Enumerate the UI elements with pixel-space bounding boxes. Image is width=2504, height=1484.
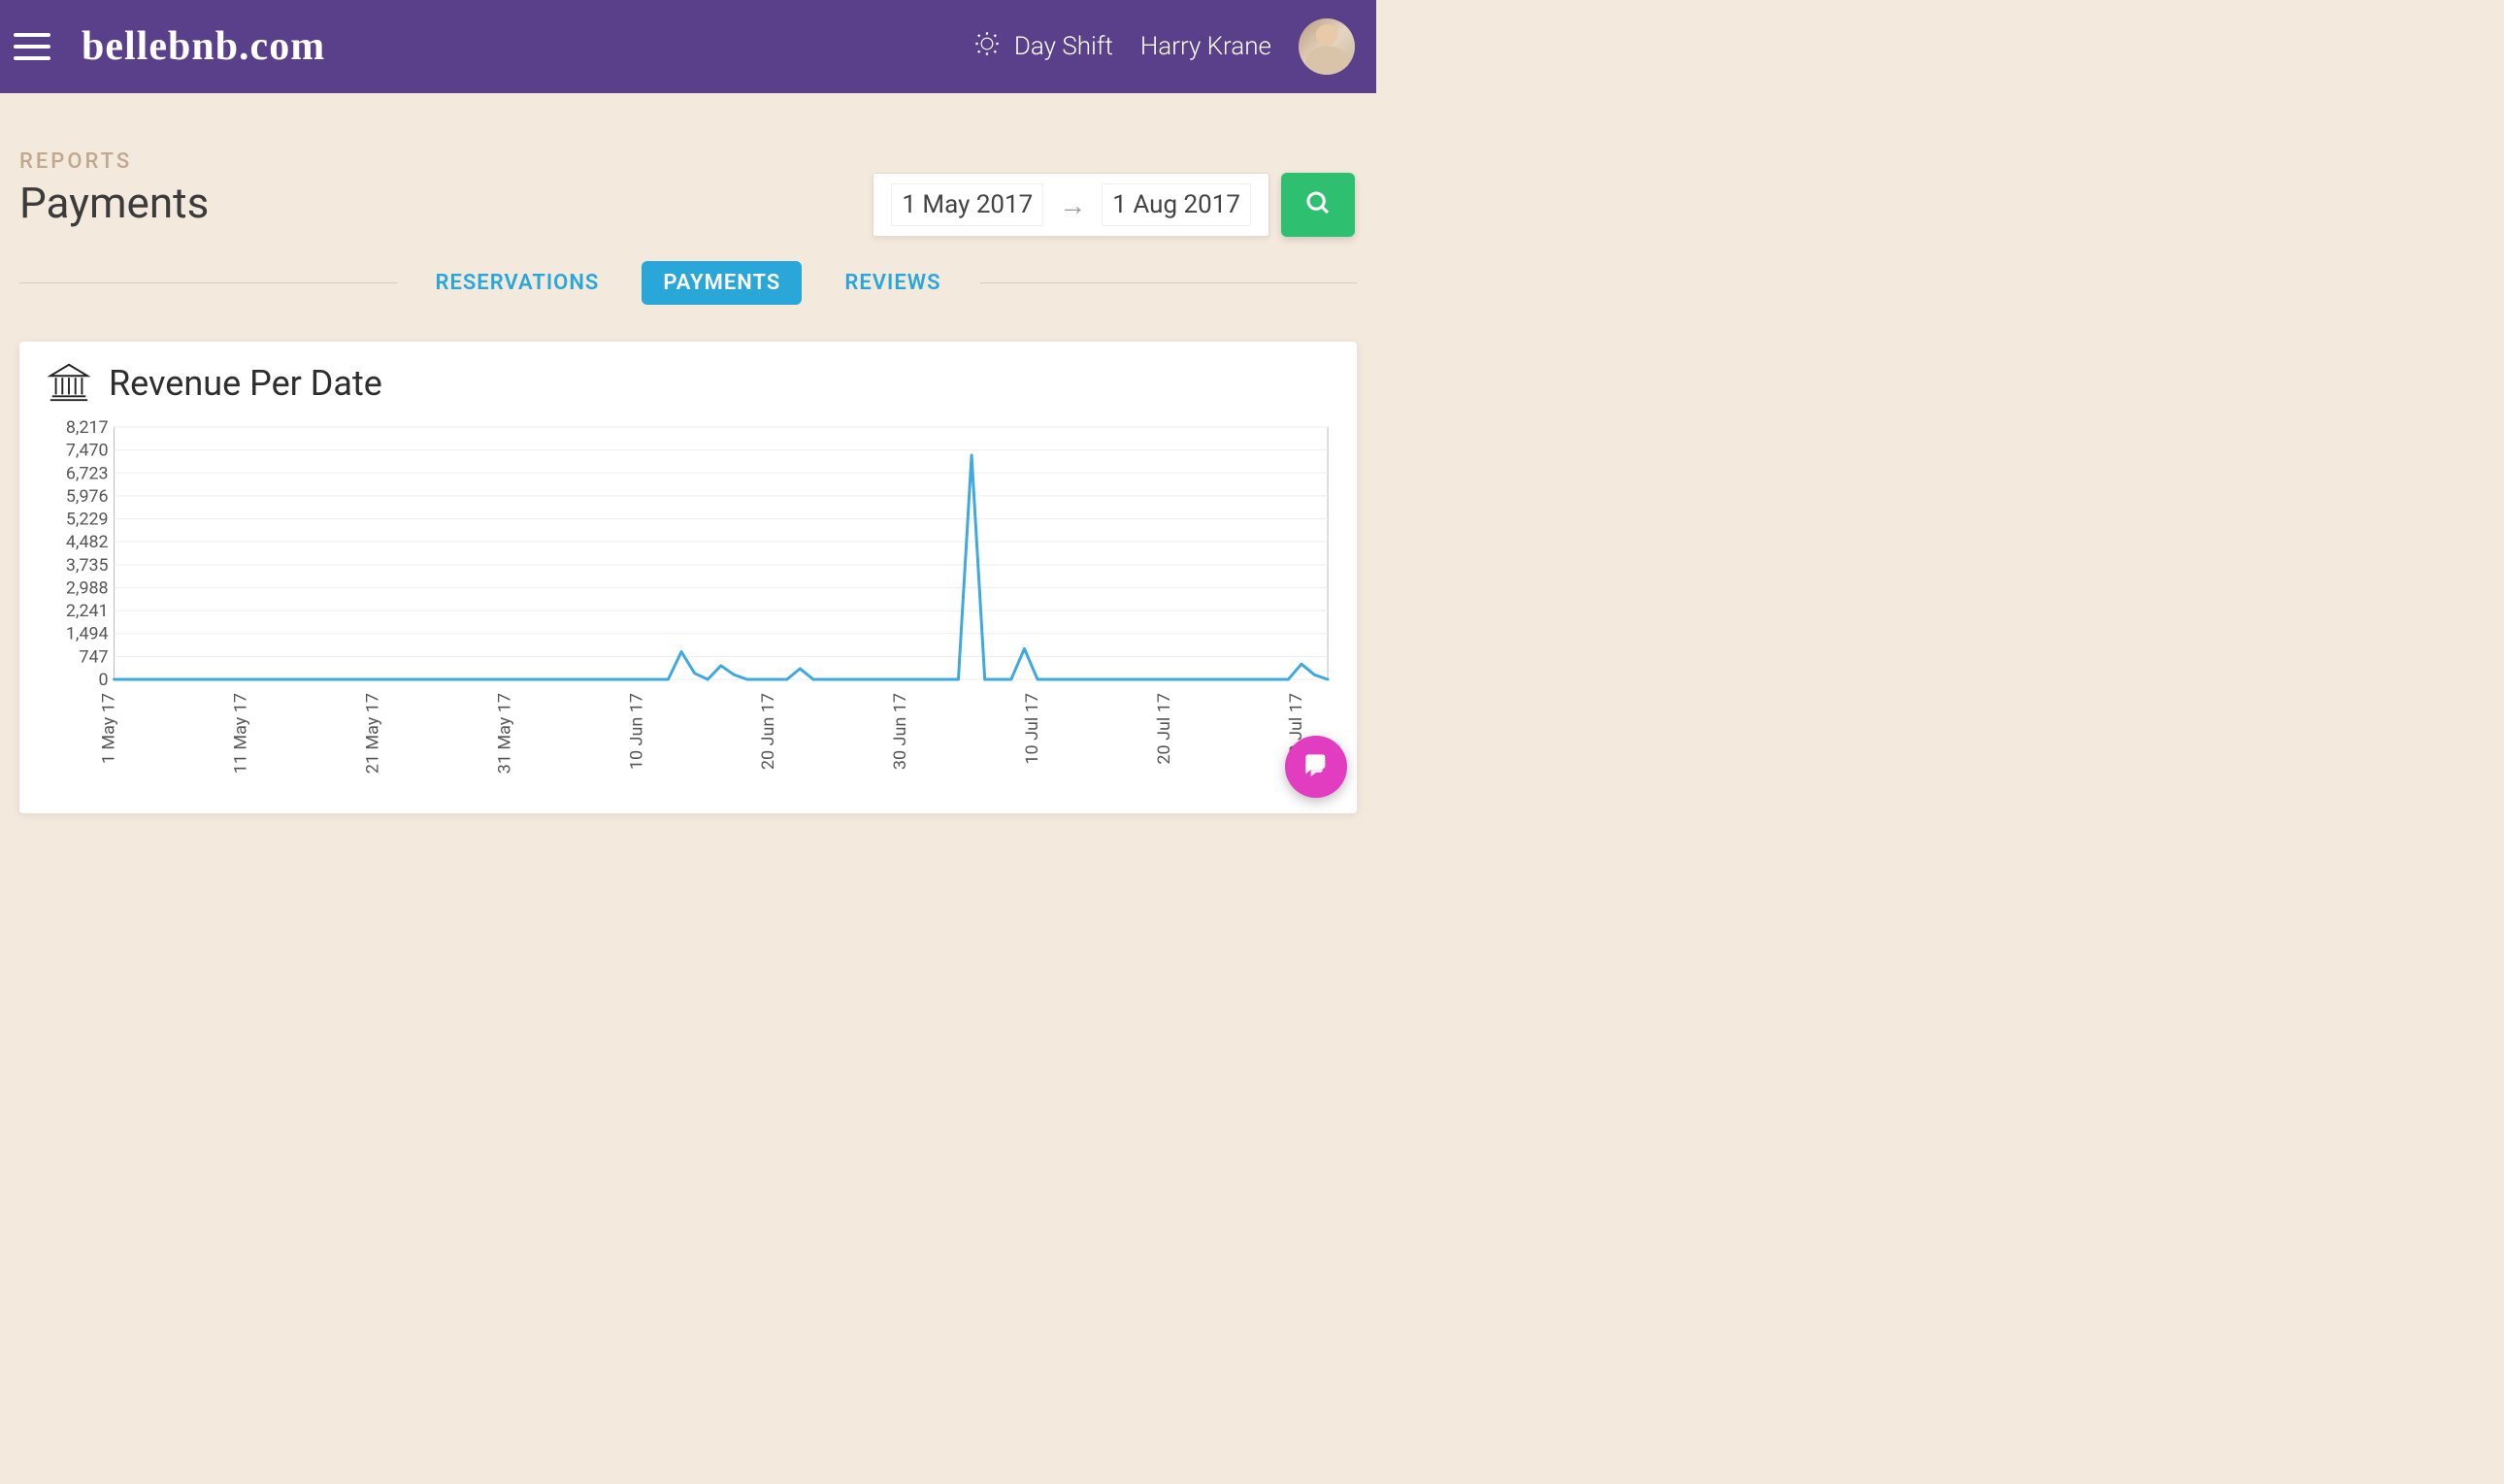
divider — [19, 282, 397, 283]
avatar[interactable] — [1299, 18, 1355, 75]
tabs: RESERVATIONS PAYMENTS REVIEWS — [397, 261, 980, 305]
brand-logo[interactable]: bellebnb.com — [82, 23, 325, 70]
tab-reservations[interactable]: RESERVATIONS — [414, 261, 621, 305]
date-from-field[interactable]: 1 May 2017 — [891, 183, 1043, 226]
svg-text:20 Jun 17: 20 Jun 17 — [758, 693, 778, 770]
search-button[interactable] — [1281, 173, 1355, 237]
svg-text:11 May 17: 11 May 17 — [231, 693, 251, 774]
sun-icon — [973, 30, 1001, 64]
date-range-picker[interactable]: 1 May 2017 → 1 Aug 2017 — [873, 173, 1269, 237]
date-to-field[interactable]: 1 Aug 2017 — [1102, 183, 1251, 226]
svg-text:20 Jul 17: 20 Jul 17 — [1154, 693, 1174, 765]
svg-text:6,723: 6,723 — [66, 463, 109, 483]
svg-text:4,482: 4,482 — [66, 532, 109, 552]
svg-text:2,241: 2,241 — [66, 601, 109, 621]
bank-icon — [47, 359, 91, 408]
topbar-right: Day Shift Harry Krane — [973, 18, 1355, 75]
chat-icon — [1301, 749, 1332, 784]
tabs-row: RESERVATIONS PAYMENTS REVIEWS — [0, 261, 1376, 305]
svg-text:1 May 17: 1 May 17 — [99, 693, 119, 764]
svg-text:3,735: 3,735 — [66, 555, 109, 576]
tab-reviews[interactable]: REVIEWS — [823, 261, 962, 305]
svg-text:21 May 17: 21 May 17 — [362, 693, 382, 774]
arrow-right-icon: → — [1059, 189, 1086, 221]
svg-text:5,976: 5,976 — [66, 486, 109, 507]
divider — [980, 282, 1358, 283]
tab-payments[interactable]: PAYMENTS — [642, 261, 802, 305]
svg-text:8,217: 8,217 — [66, 417, 109, 438]
search-icon — [1303, 188, 1333, 221]
revenue-card: Revenue Per Date 0 7471,494 2,241 2,9883,73… — [19, 342, 1357, 813]
date-range-row: 1 May 2017 → 1 Aug 2017 — [873, 173, 1355, 237]
svg-text:2,988: 2,988 — [66, 577, 109, 598]
shift-label: Day Shift — [1014, 32, 1113, 61]
card-title: Revenue Per Date — [109, 363, 382, 404]
shift-toggle[interactable]: Day Shift — [973, 30, 1113, 64]
svg-text:7,470: 7,470 — [66, 441, 109, 461]
menu-icon[interactable] — [14, 22, 62, 71]
svg-text:1,494: 1,494 — [66, 624, 109, 644]
svg-text:30 Jun 17: 30 Jun 17 — [890, 693, 910, 770]
svg-text:31 May 17: 31 May 17 — [494, 693, 514, 774]
card-header: Revenue Per Date — [47, 359, 1339, 408]
svg-text:747: 747 — [79, 646, 108, 667]
chat-button[interactable] — [1285, 736, 1347, 798]
user-menu[interactable]: Harry Krane — [1140, 32, 1271, 61]
revenue-chart: 0 7471,494 2,241 2,9883,735 4,482 5,2295,976 6… — [47, 417, 1339, 786]
svg-text:10 Jun 17: 10 Jun 17 — [626, 693, 646, 770]
breadcrumb: REPORTS — [19, 149, 1357, 174]
svg-text:5,229: 5,229 — [66, 509, 109, 529]
svg-text:0: 0 — [99, 670, 109, 690]
topbar: bellebnb.com Day Shift Harry Krane — [0, 0, 1376, 93]
svg-text:10 Jul 17: 10 Jul 17 — [1022, 693, 1042, 765]
